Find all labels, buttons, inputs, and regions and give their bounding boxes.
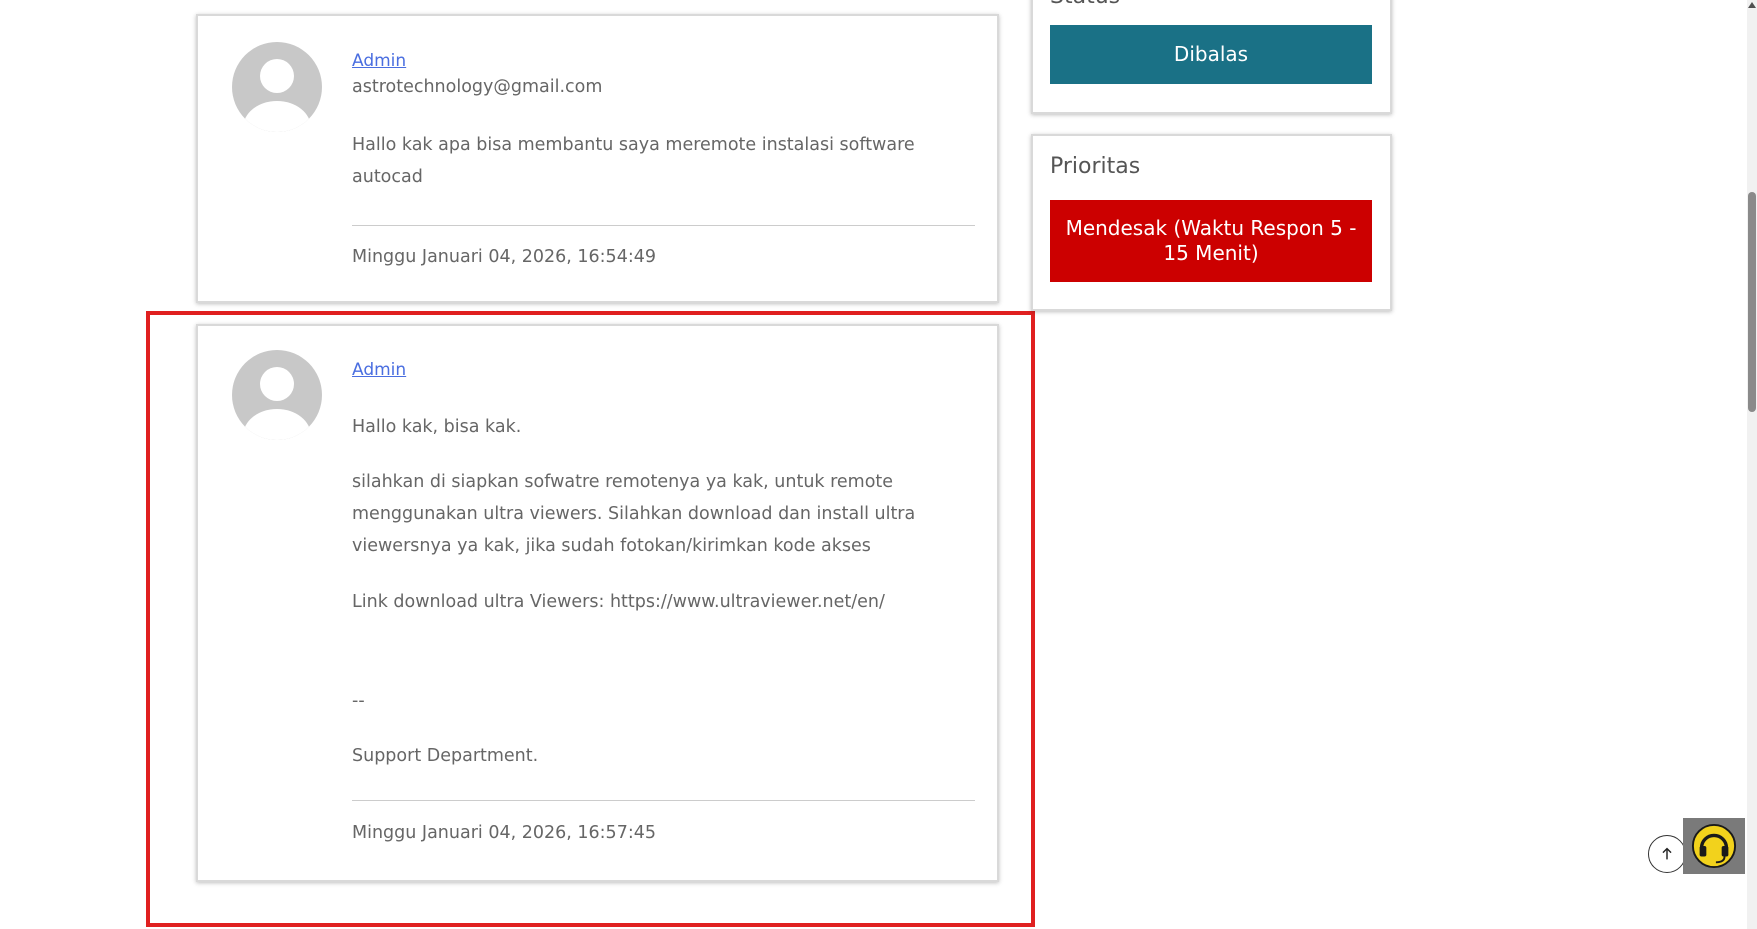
- message-card: Admin Hallo kak, bisa kak. silahkan di s…: [196, 324, 999, 882]
- priority-badge: Mendesak (Waktu Respon 5 - 15 Menit): [1050, 200, 1372, 282]
- message-paragraph: Link download ultra Viewers: https://www…: [352, 592, 885, 612]
- status-title: Status: [1050, 0, 1120, 9]
- scroll-top-button[interactable]: [1648, 835, 1686, 873]
- user-avatar-icon: [232, 42, 322, 132]
- message-timestamp: Minggu Januari 04, 2026, 16:57:45: [352, 823, 656, 843]
- message-paragraph: Hallo kak, bisa kak.: [352, 417, 522, 437]
- author-email: astrotechnology@gmail.com: [352, 77, 603, 97]
- message-timestamp: Minggu Januari 04, 2026, 16:54:49: [352, 247, 656, 267]
- priority-card: Prioritas Mendesak (Waktu Respon 5 - 15 …: [1031, 134, 1392, 311]
- message-paragraph: Support Department.: [352, 746, 539, 766]
- message-paragraph: silahkan di siapkan sofwatre remotenya y…: [352, 472, 916, 556]
- scroll-up-arrow-icon[interactable]: [1747, 0, 1757, 10]
- author-link[interactable]: Admin: [352, 51, 406, 71]
- priority-title: Prioritas: [1050, 154, 1141, 179]
- message-card: Admin astrotechnology@gmail.com Hallo ka…: [196, 14, 999, 303]
- user-avatar-icon: [232, 350, 322, 440]
- author-link[interactable]: Admin: [352, 360, 406, 380]
- status-badge: Dibalas: [1050, 25, 1372, 84]
- support-chat-widget[interactable]: [1683, 818, 1745, 874]
- message-body: Hallo kak apa bisa membantu saya meremot…: [352, 135, 915, 187]
- message-divider: [352, 800, 975, 801]
- status-card: Status Dibalas: [1031, 0, 1392, 114]
- scrollbar-track[interactable]: [1747, 0, 1757, 929]
- message-paragraph: --: [352, 691, 365, 711]
- message-divider: [352, 225, 975, 226]
- headset-icon: [1691, 823, 1737, 869]
- scrollbar-thumb[interactable]: [1748, 192, 1756, 412]
- arrow-up-icon: [1662, 847, 1672, 860]
